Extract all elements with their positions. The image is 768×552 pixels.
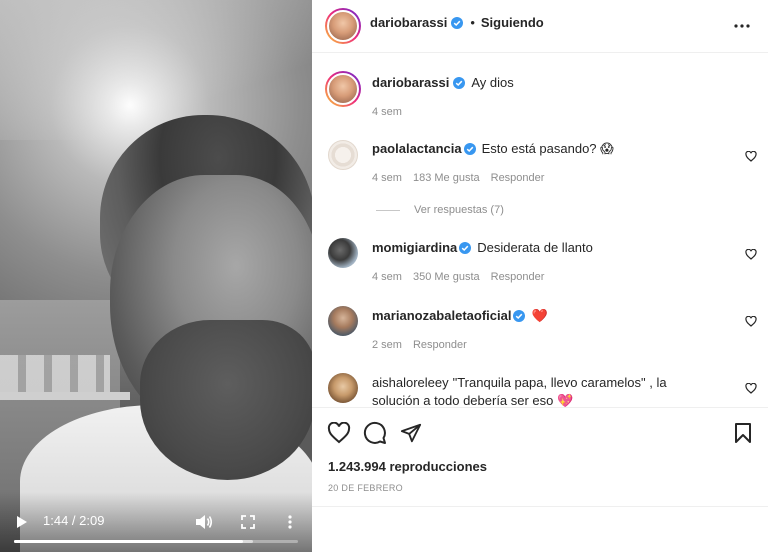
video-more-button[interactable] — [278, 510, 302, 534]
more-horizontal-icon — [734, 24, 750, 28]
fullscreen-button[interactable] — [236, 510, 260, 534]
play-button[interactable] — [10, 510, 34, 534]
post-header: dariobarassi • Siguiendo — [312, 0, 768, 53]
video-controls: 1:44 / 2:09 — [0, 492, 312, 552]
heart-icon — [745, 315, 757, 327]
video-progress-bar[interactable] — [14, 540, 298, 543]
caption: dariobarassi Ay dios — [372, 74, 722, 92]
verified-icon — [513, 310, 526, 322]
video-beard — [140, 320, 312, 480]
caption-username[interactable]: dariobarassi — [372, 75, 449, 90]
comment-username[interactable]: aishaloreleey — [372, 375, 449, 390]
comment-item: aishaloreleey "Tranquila papa, llevo cara… — [372, 374, 712, 407]
comment-time: 4 sem — [372, 172, 402, 184]
video-jars — [0, 355, 110, 395]
comment-username[interactable]: paolalactancia — [372, 141, 462, 156]
verified-icon — [463, 143, 476, 155]
heart-icon — [745, 150, 757, 162]
comment-like-button[interactable] — [744, 247, 758, 261]
header-separator: • — [470, 15, 475, 30]
header-username[interactable]: dariobarassi — [370, 15, 447, 30]
verified-icon — [451, 16, 464, 29]
comments-list[interactable]: dariobarassi Ay dios 4 sem paolalactancia… — [312, 54, 768, 407]
following-button[interactable]: Siguiendo — [481, 15, 544, 30]
caption-time: 4 sem — [372, 106, 402, 118]
comment-like-button[interactable] — [744, 314, 758, 328]
comment-text: Desiderata de llanto — [477, 240, 593, 255]
heart-icon — [745, 248, 757, 260]
section-divider — [312, 506, 768, 507]
comment-likes[interactable]: 350 Me gusta — [413, 271, 480, 283]
volume-icon — [196, 515, 213, 529]
comment-avatar[interactable] — [328, 373, 358, 403]
save-button[interactable] — [730, 420, 756, 446]
reply-button[interactable]: Responder — [491, 172, 545, 184]
comment-like-button[interactable] — [744, 381, 758, 395]
post-actions: 1.243.994 reproducciones 20 DE FEBRERO — [312, 407, 768, 552]
post-details-panel: dariobarassi • Siguiendo dariobarassi Ay … — [312, 0, 768, 552]
video-background — [0, 0, 312, 140]
heart-icon — [745, 382, 757, 394]
comment-avatar[interactable] — [328, 238, 358, 268]
reply-button[interactable]: Responder — [491, 271, 545, 283]
volume-button[interactable] — [192, 510, 216, 534]
comment-avatar[interactable] — [328, 306, 358, 336]
verified-icon — [459, 242, 472, 254]
caption-avatar[interactable] — [325, 71, 361, 107]
avatar[interactable] — [325, 8, 361, 44]
comment-avatar[interactable] — [328, 140, 358, 170]
view-replies-label: Ver respuestas (7) — [414, 204, 504, 216]
share-button[interactable] — [398, 420, 424, 446]
more-vertical-icon — [288, 515, 292, 529]
caption-text: Ay dios — [471, 75, 514, 90]
comment-time: 2 sem — [372, 339, 402, 351]
bookmark-icon — [735, 423, 751, 443]
share-icon — [400, 423, 422, 443]
view-count[interactable]: 1.243.994 reproducciones — [328, 459, 487, 474]
comment-username[interactable]: marianozabaletaoficial — [372, 308, 511, 323]
comment-item: paolalactancia Esto está pasando? 😱 — [372, 140, 722, 158]
comment-text: ❤️ — [531, 308, 548, 323]
video-player[interactable]: 1:44 / 2:09 — [0, 0, 312, 552]
video-time: 1:44 / 2:09 — [43, 513, 105, 528]
comment-time: 4 sem — [372, 271, 402, 283]
play-icon — [17, 516, 27, 528]
caption-meta: 4 sem — [372, 106, 402, 118]
comment-meta: 4 sem 183 Me gusta Responder — [372, 172, 544, 184]
comment-text: Esto está pasando? 😱 — [481, 141, 614, 156]
verified-icon — [453, 77, 466, 89]
post-options-button[interactable] — [730, 14, 754, 38]
video-counter — [0, 392, 130, 400]
view-replies-button[interactable]: Ver respuestas (7) — [376, 204, 504, 216]
like-button[interactable] — [326, 420, 352, 446]
replies-divider — [376, 209, 400, 211]
comment-icon — [363, 421, 386, 444]
progress-fill — [14, 540, 243, 543]
header-user-row: dariobarassi • Siguiendo — [370, 15, 544, 30]
comment-meta: 4 sem 350 Me gusta Responder — [372, 271, 544, 283]
comment-meta: 2 sem Responder — [372, 339, 467, 351]
comment-button[interactable] — [362, 420, 388, 446]
comment-like-button[interactable] — [744, 149, 758, 163]
heart-icon — [327, 422, 351, 444]
comment-likes[interactable]: 183 Me gusta — [413, 172, 480, 184]
comment-username[interactable]: momigiardina — [372, 240, 457, 255]
comment-item: marianozabaletaoficial ❤️ — [372, 307, 722, 325]
fullscreen-icon — [241, 515, 255, 529]
post-date[interactable]: 20 DE FEBRERO — [328, 483, 403, 493]
reply-button[interactable]: Responder — [413, 339, 467, 351]
comment-item: momigiardina Desiderata de llanto — [372, 239, 722, 257]
